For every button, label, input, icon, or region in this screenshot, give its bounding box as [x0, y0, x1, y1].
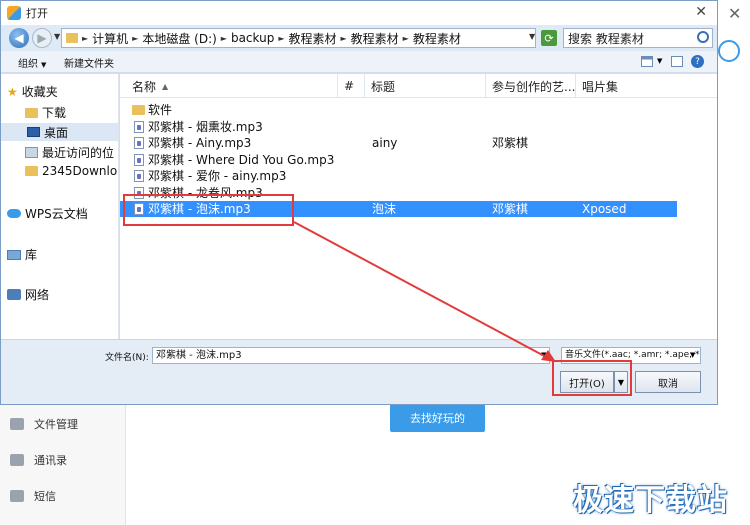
file-artist: 邓紫棋: [492, 136, 529, 150]
breadcrumb-5[interactable]: ► 教程素材: [403, 30, 461, 47]
breadcrumb-1[interactable]: ► 本地磁盘 (D:): [132, 30, 217, 47]
watermark: 极速下载站: [573, 483, 728, 518]
navigation-pane: ★ 收藏夹 下载 桌面 最近访问的位 2345Downlo WPS云文档 库 网…: [1, 74, 119, 339]
sidebar-item-downloads[interactable]: 下载: [25, 104, 66, 121]
file-row[interactable]: 邓紫棋 - Ainy.mp3 ainy 邓紫棋: [120, 135, 677, 151]
file-row[interactable]: 邓紫棋 - 爱你 - ainy.mp3: [120, 168, 677, 184]
dialog-close-icon[interactable]: ✕: [695, 4, 707, 20]
address-bar[interactable]: ► 计算机 ► 本地磁盘 (D:) ► backup ► 教程素材 ► 教程素材 ► 教程素…: [61, 28, 536, 48]
sidebar-network[interactable]: 网络: [7, 286, 49, 303]
filetype-dropdown-icon[interactable]: ▼: [690, 351, 695, 359]
folder-icon: [10, 418, 24, 430]
file-title: 泡沫: [372, 202, 397, 216]
sort-up-icon: ▲: [162, 81, 169, 91]
new-folder-button[interactable]: 新建文件夹: [64, 55, 114, 70]
back-button[interactable]: ◀: [9, 28, 29, 48]
nav-sms[interactable]: 短信: [10, 488, 56, 504]
app-icon: [7, 6, 21, 20]
forward-button[interactable]: ▶: [32, 28, 52, 48]
refresh-icon[interactable]: ⟳: [541, 30, 557, 46]
history-dropdown-icon[interactable]: ▼: [54, 32, 60, 41]
star-icon: ★: [7, 84, 18, 99]
cloud-icon: [7, 209, 21, 218]
file-artist: 邓紫棋: [492, 202, 529, 216]
folder-icon: [25, 166, 38, 176]
filename-input[interactable]: 邓紫棋 - 泡沫.mp3: [152, 347, 550, 364]
nav-contacts[interactable]: 通讯录: [10, 452, 67, 468]
column-title[interactable]: 标题: [365, 74, 486, 98]
recent-places-icon: [25, 147, 38, 158]
nav-file-manager[interactable]: 文件管理: [10, 416, 78, 432]
column-name[interactable]: 名称 ▲: [120, 74, 338, 98]
breadcrumb-3[interactable]: ► 教程素材: [278, 30, 336, 47]
column-number[interactable]: #: [338, 74, 365, 98]
view-icon[interactable]: [641, 56, 653, 67]
nav-file-manager-label: 文件管理: [34, 418, 78, 431]
file-name: 邓紫棋 - 爱你 - ainy.mp3: [148, 169, 287, 183]
desktop-icon: [27, 127, 40, 137]
sidebar-item-recent[interactable]: 最近访问的位: [25, 144, 114, 161]
audio-file-icon: [134, 120, 144, 133]
highlight-selected-file: [123, 194, 294, 226]
search-placeholder: 搜索 教程素材: [568, 31, 644, 46]
column-artist[interactable]: 参与创作的艺...: [486, 74, 576, 98]
search-input[interactable]: 搜索 教程素材: [563, 28, 713, 48]
file-name: 软件: [148, 103, 173, 117]
library-icon: [7, 249, 21, 260]
open-file-dialog: 打开 ✕ ◀ ▶ ▼ ► 计算机 ► 本地磁盘 (D:) ► backup ► 教程素材…: [0, 0, 718, 405]
preview-pane-icon[interactable]: [671, 56, 683, 67]
search-icon[interactable]: [697, 31, 709, 43]
download-icon[interactable]: [718, 40, 740, 62]
toolbar: 组织 ▼ 新建文件夹 ▼ ?: [1, 51, 717, 73]
network-icon: [7, 289, 21, 300]
column-album[interactable]: 唱片集: [576, 74, 677, 98]
filename-label: 文件名(N):: [105, 353, 149, 363]
nav-contacts-label: 通讯录: [34, 454, 67, 467]
dialog-titlebar: 打开 ✕: [1, 1, 717, 25]
dialog-title: 打开: [26, 7, 48, 20]
file-album: Xposed: [582, 202, 627, 216]
filename-dropdown-icon[interactable]: ▼: [541, 351, 546, 359]
audio-file-icon: [134, 137, 144, 149]
sidebar-favorites[interactable]: ★ 收藏夹: [7, 83, 58, 100]
folder-icon: [25, 107, 38, 118]
audio-file-icon: [134, 153, 144, 166]
audio-file-icon: [134, 170, 144, 182]
navigation-bar: ◀ ▶ ▼ ► 计算机 ► 本地磁盘 (D:) ► backup ► 教程素材 ► 教程素…: [1, 25, 717, 51]
file-row[interactable]: 邓紫棋 - Where Did You Go.mp3: [120, 152, 677, 168]
sidebar-library[interactable]: 库: [7, 246, 37, 263]
help-icon[interactable]: ?: [691, 55, 704, 68]
address-dropdown-icon[interactable]: ▼: [529, 32, 535, 41]
file-title: ainy: [372, 136, 398, 150]
view-dropdown-icon[interactable]: ▼: [657, 57, 662, 65]
file-name: 邓紫棋 - 烟熏妆.mp3: [148, 119, 263, 134]
folder-row[interactable]: 软件: [120, 102, 677, 118]
sidebar-item-desktop[interactable]: 桌面: [1, 123, 118, 141]
file-row[interactable]: 邓紫棋 - 烟熏妆.mp3: [120, 119, 677, 135]
find-fun-button[interactable]: 去找好玩的: [390, 404, 485, 432]
sidebar-wps-cloud[interactable]: WPS云文档: [7, 205, 88, 222]
folder-icon: [132, 105, 145, 115]
breadcrumb-0[interactable]: ► 计算机: [82, 30, 128, 47]
phone-icon: [10, 454, 24, 466]
highlight-open-button: [552, 360, 632, 396]
nav-sms-label: 短信: [34, 490, 56, 503]
breadcrumb-2[interactable]: ► backup: [221, 31, 275, 45]
message-icon: [10, 490, 24, 502]
file-name: 邓紫棋 - Ainy.mp3: [148, 136, 252, 150]
organize-menu[interactable]: 组织 ▼: [18, 55, 46, 70]
sidebar-item-2345downloads[interactable]: 2345Downlo: [25, 164, 117, 178]
folder-icon: [66, 33, 78, 43]
column-headers: 名称 ▲ # 标题 参与创作的艺... 唱片集: [120, 74, 717, 98]
cancel-button[interactable]: 取消: [635, 371, 701, 393]
file-name: 邓紫棋 - Where Did You Go.mp3: [148, 152, 335, 167]
close-icon[interactable]: ✕: [728, 4, 741, 23]
breadcrumb-4[interactable]: ► 教程素材: [341, 30, 399, 47]
